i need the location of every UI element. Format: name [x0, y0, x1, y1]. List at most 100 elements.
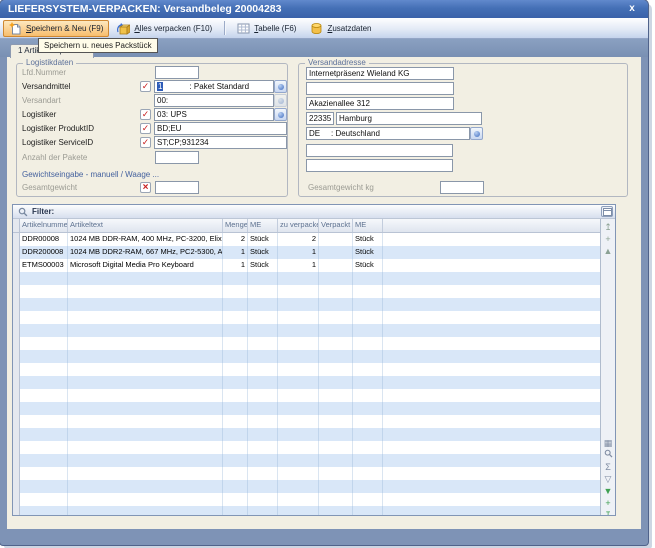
goto-last-icon[interactable]: ↧	[602, 509, 614, 516]
grid-cell	[248, 493, 278, 506]
adresse-land-field[interactable]: DE: Deutschland	[306, 127, 470, 140]
logistiker-label: Logistiker	[22, 108, 56, 121]
adresse-extra2-field[interactable]	[306, 159, 453, 172]
goto-first-icon[interactable]: ↥	[602, 221, 614, 233]
adresse-plz-field[interactable]: 22335	[306, 112, 334, 125]
column-header-1[interactable]: Artikeltext	[68, 219, 223, 232]
table-row[interactable]	[13, 441, 600, 454]
grid-cell-filler	[383, 389, 600, 402]
logistiker-check-icon[interactable]: ✓	[140, 109, 151, 120]
next-row-icon[interactable]: ▼	[602, 485, 614, 497]
produktid-check-icon[interactable]: ✓	[140, 123, 151, 134]
table-row[interactable]: DDR2000081024 MB DDR2-RAM, 667 MHz, PC2-…	[13, 246, 600, 259]
anzahl-pakete-field[interactable]	[155, 151, 199, 164]
table-row[interactable]: ETMS00003Microsoft Digital Media Pro Key…	[13, 259, 600, 272]
gesamtgewicht-label: Gesamtgewicht	[22, 181, 77, 194]
grid-cell	[68, 454, 223, 467]
column-header-3[interactable]: ME	[248, 219, 278, 232]
produktid-label: Logistiker ProduktID	[22, 122, 94, 135]
extra-data-button[interactable]: Zusatzdaten	[304, 20, 377, 37]
sum-icon[interactable]: Σ	[602, 461, 614, 473]
grid-cell: ETMS00003	[20, 259, 68, 272]
column-header-0[interactable]: Artikelnummer	[20, 219, 68, 232]
table-row[interactable]	[13, 298, 600, 311]
lfd-nummer-field[interactable]	[155, 66, 199, 79]
row-indicator	[13, 233, 20, 246]
table-row[interactable]	[13, 389, 600, 402]
grid-cell	[319, 233, 353, 246]
article-grid-panel: Filter: ArtikelnummerArtikeltextMengeMEz…	[12, 204, 616, 516]
table-view-button[interactable]: Tabelle (F6)	[231, 20, 302, 37]
adresse-name2-field[interactable]	[306, 82, 454, 95]
grid-cell	[248, 402, 278, 415]
grid-cell: DDR200008	[20, 246, 68, 259]
table-row[interactable]	[13, 454, 600, 467]
table-row[interactable]	[13, 272, 600, 285]
row-indicator	[13, 415, 20, 428]
grid-cell: Stück	[248, 246, 278, 259]
save-new-button[interactable]: Speichern & Neu (F9)	[3, 20, 109, 37]
search-icon[interactable]	[602, 449, 614, 461]
gesamtgewicht-field[interactable]	[155, 181, 199, 194]
append-row-icon[interactable]: +	[602, 497, 614, 509]
grid-cell	[353, 493, 383, 506]
tooltip-save-new: Speichern u. neues Packstück	[38, 38, 158, 53]
serviceid-field[interactable]: ST;CP;931234	[154, 136, 287, 149]
column-header-5[interactable]: Verpackt	[319, 219, 353, 232]
grid-options-button[interactable]	[601, 206, 613, 217]
close-button[interactable]: x	[625, 1, 639, 16]
adresse-ort-field[interactable]: Hamburg	[336, 112, 482, 125]
versandmittel-dropdown-button[interactable]	[274, 80, 287, 93]
prev-row-icon[interactable]: ▲	[602, 245, 614, 257]
grid-cell	[278, 402, 319, 415]
serviceid-check-icon[interactable]: ✓	[140, 137, 151, 148]
column-header-4[interactable]: zu verpacke	[278, 219, 319, 232]
adresse-land-text: : Deutschland	[331, 129, 380, 138]
insert-row-icon[interactable]: +	[602, 233, 614, 245]
filter-icon[interactable]: ▽	[602, 473, 614, 485]
table-row[interactable]	[13, 467, 600, 480]
grid-cell	[248, 441, 278, 454]
titlebar[interactable]: LIEFERSYSTEM-VERPACKEN: Versandbeleg 200…	[0, 0, 648, 18]
row-indicator	[13, 363, 20, 376]
adresse-land-dropdown-button[interactable]	[470, 127, 483, 140]
table-row[interactable]	[13, 311, 600, 324]
adresse-name-field[interactable]: Internetpräsenz Wieland KG	[306, 67, 454, 80]
table-row[interactable]	[13, 363, 600, 376]
versandmittel-field[interactable]: 1: Paket Standard	[154, 80, 274, 93]
grid-cell	[278, 324, 319, 337]
grid-cell	[68, 298, 223, 311]
toolbar: Speichern & Neu (F9) Alles verpacken (F10…	[0, 18, 648, 39]
table-row[interactable]	[13, 428, 600, 441]
database-icon	[310, 22, 323, 35]
produktid-field[interactable]: BD;EU	[154, 122, 287, 135]
table-row[interactable]	[13, 506, 600, 515]
table-row[interactable]	[13, 285, 600, 298]
anzahl-pakete-label: Anzahl der Pakete	[22, 151, 87, 164]
table-row[interactable]	[13, 480, 600, 493]
grid-cell-filler	[383, 493, 600, 506]
table-row[interactable]	[13, 402, 600, 415]
adresse-extra1-field[interactable]	[306, 144, 453, 157]
new-document-icon	[9, 22, 22, 35]
pack-all-button[interactable]: Alles verpacken (F10)	[111, 20, 218, 37]
grid-cell	[20, 428, 68, 441]
column-header-6[interactable]: ME	[353, 219, 383, 232]
table-row[interactable]	[13, 415, 600, 428]
gesamtgewicht-kg-field[interactable]	[440, 181, 484, 194]
column-header-2[interactable]: Menge	[223, 219, 248, 232]
table-row[interactable]	[13, 376, 600, 389]
table-row[interactable]	[13, 350, 600, 363]
grid-cell	[278, 454, 319, 467]
table-row[interactable]	[13, 493, 600, 506]
table-row[interactable]	[13, 337, 600, 350]
table-row[interactable]	[13, 324, 600, 337]
gesamtgewicht-x-icon[interactable]: ×	[140, 182, 151, 193]
pack-all-label: Alles verpacken (F10)	[134, 24, 212, 33]
adresse-strasse-field[interactable]: Akazienallee 312	[306, 97, 454, 110]
logistiker-field[interactable]: 03: UPS	[154, 108, 274, 121]
table-row[interactable]: DDR000081024 MB DDR-RAM, 400 MHz, PC-320…	[13, 233, 600, 246]
versandmittel-check-icon[interactable]: ✓	[140, 81, 151, 92]
columns-icon[interactable]: ▦	[602, 437, 614, 449]
logistiker-dropdown-button[interactable]	[274, 108, 287, 121]
